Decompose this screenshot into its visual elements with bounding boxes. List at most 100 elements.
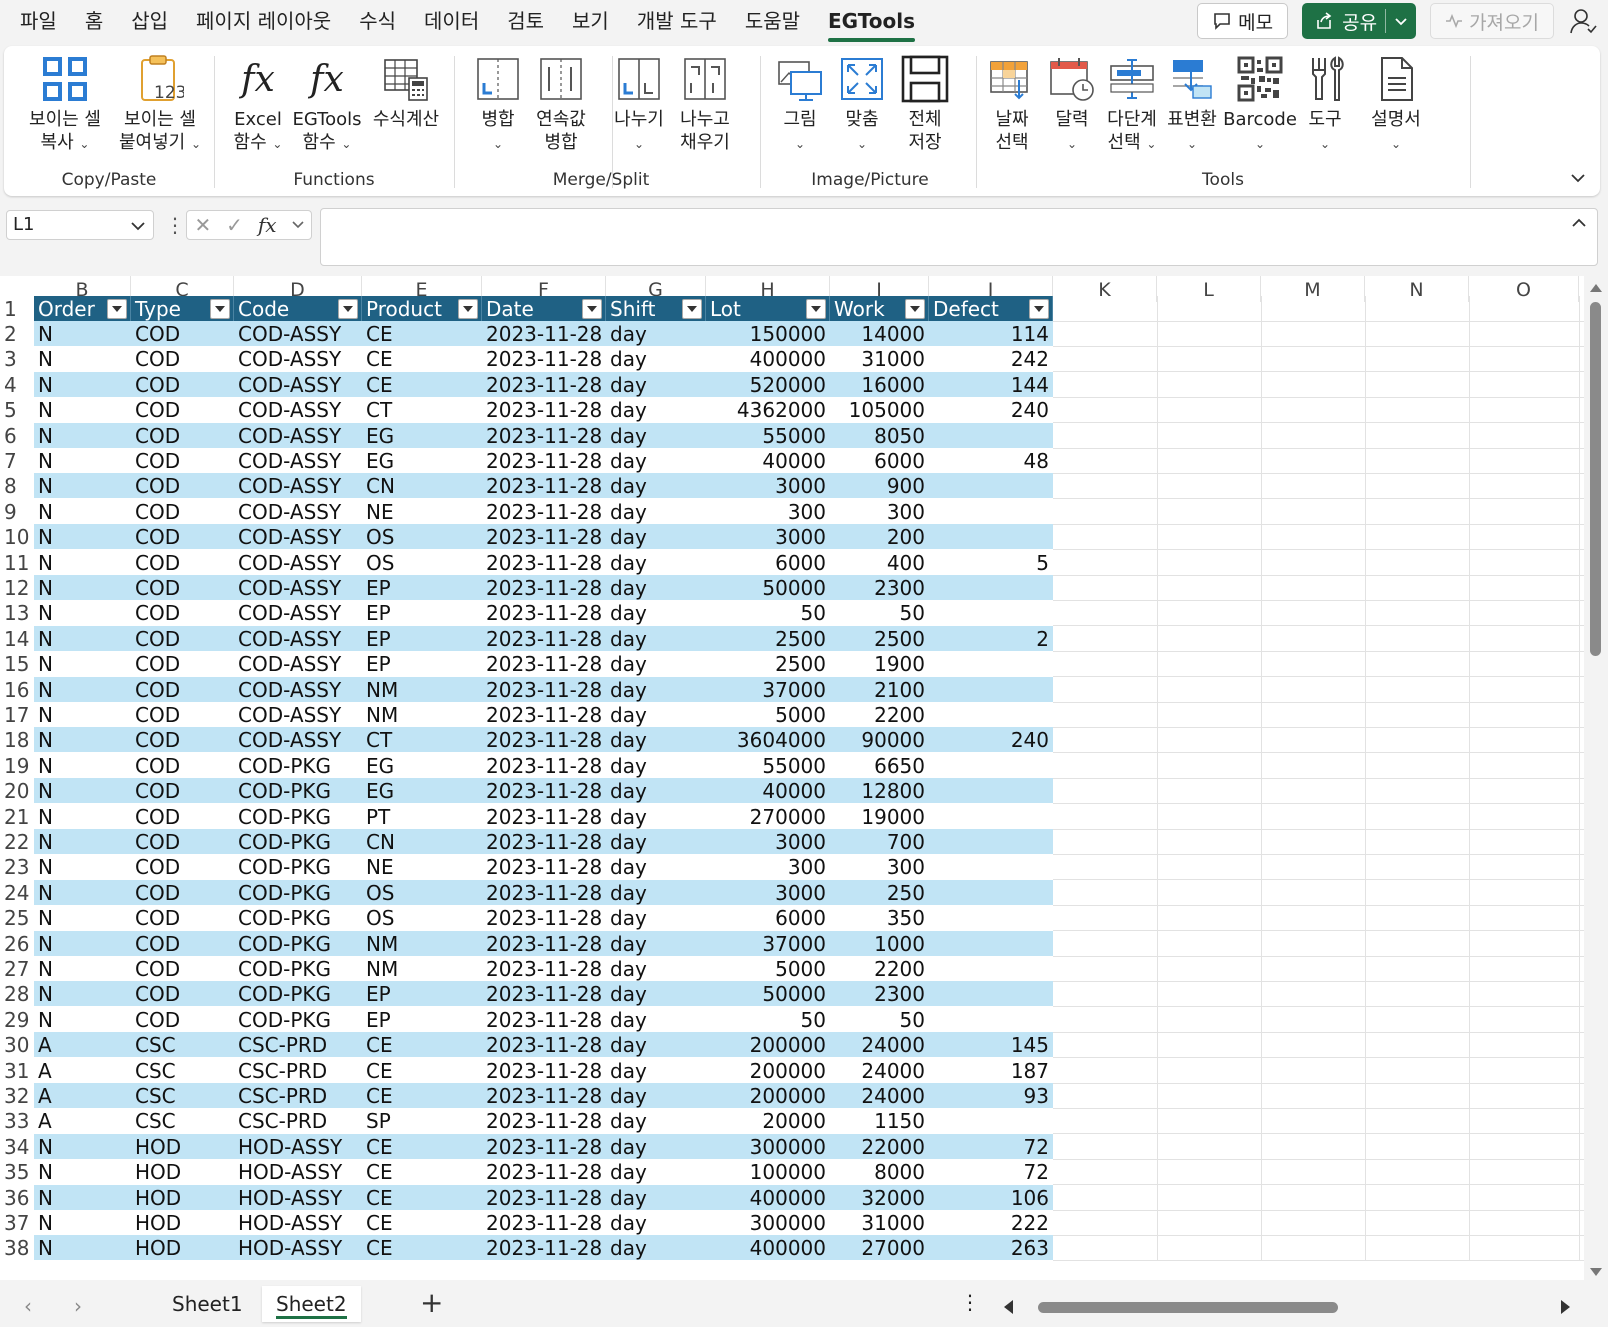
cell-date[interactable]: 2023-11-28 — [482, 753, 606, 779]
cell-code[interactable]: HOD-ASSY — [234, 1235, 362, 1261]
picture-button[interactable]: 그림 ⌄ — [772, 50, 828, 156]
cell-type[interactable]: COD — [131, 346, 234, 372]
empty-cells[interactable] — [1053, 676, 1584, 703]
cell-type[interactable]: COD — [131, 651, 234, 677]
cell-order[interactable]: N — [34, 550, 131, 576]
cell-work[interactable]: 300 — [830, 499, 929, 525]
cell-shift[interactable]: day — [606, 550, 706, 576]
cell-type[interactable]: CSC — [131, 1058, 234, 1084]
cell-order[interactable]: N — [34, 397, 131, 423]
cell-product[interactable]: EP — [362, 651, 482, 677]
cell-shift[interactable]: day — [606, 575, 706, 601]
cell-shift[interactable]: day — [606, 1210, 706, 1236]
row-number[interactable]: 13 — [0, 600, 34, 627]
cell-lot[interactable]: 400000 — [706, 1235, 830, 1261]
row-number[interactable]: 2 — [0, 321, 34, 347]
cell-code[interactable]: COD-ASSY — [234, 321, 362, 347]
row-number[interactable]: 10 — [0, 524, 34, 551]
cell-defect[interactable] — [929, 1007, 1053, 1033]
cell-order[interactable]: A — [34, 1108, 131, 1134]
empty-cells[interactable] — [1053, 752, 1584, 779]
cell-type[interactable]: CSC — [131, 1083, 234, 1109]
row-number[interactable]: 14 — [0, 625, 34, 652]
cell-defect[interactable] — [929, 575, 1053, 601]
cell-date[interactable]: 2023-11-28 — [482, 931, 606, 957]
cell-order[interactable]: N — [34, 626, 131, 652]
cell-type[interactable]: COD — [131, 880, 234, 906]
row-number[interactable]: 32 — [0, 1083, 34, 1109]
menu-tab-8[interactable]: 개발 도구 — [623, 0, 731, 44]
name-box[interactable]: L1 — [6, 210, 154, 240]
empty-cells[interactable] — [1053, 1083, 1584, 1109]
formula-input[interactable] — [320, 208, 1598, 266]
cell-order[interactable]: N — [34, 931, 131, 957]
table-header-cell[interactable]: Defect — [929, 296, 1053, 322]
cell-shift[interactable]: day — [606, 423, 706, 449]
cell-lot[interactable]: 55000 — [706, 753, 830, 779]
cell-lot[interactable]: 520000 — [706, 372, 830, 398]
cell-defect[interactable] — [929, 677, 1053, 703]
cell-shift[interactable]: day — [606, 524, 706, 550]
cell-date[interactable]: 2023-11-28 — [482, 651, 606, 677]
cell-code[interactable]: COD-ASSY — [234, 550, 362, 576]
cell-type[interactable]: COD — [131, 600, 234, 626]
cell-date[interactable]: 2023-11-28 — [482, 372, 606, 398]
row-number[interactable]: 6 — [0, 422, 34, 449]
table-header-cell[interactable]: Date — [482, 296, 606, 322]
cell-product[interactable]: CT — [362, 397, 482, 423]
cell-product[interactable]: EP — [362, 575, 482, 601]
cell-shift[interactable]: day — [606, 499, 706, 525]
cell-lot[interactable]: 200000 — [706, 1058, 830, 1084]
cell-code[interactable]: CSC-PRD — [234, 1108, 362, 1134]
cell-work[interactable]: 6650 — [830, 753, 929, 779]
save-all-button[interactable]: 전체 저장 — [898, 50, 952, 154]
cell-lot[interactable]: 6000 — [706, 550, 830, 576]
cell-code[interactable]: COD-ASSY — [234, 524, 362, 550]
cell-defect[interactable]: 5 — [929, 550, 1053, 576]
barcode-button[interactable]: Barcode ⌄ — [1222, 50, 1298, 156]
egtools-functions-button[interactable]: fx EGTools 함수 ⌄ — [292, 50, 362, 156]
cell-shift[interactable]: day — [606, 1134, 706, 1160]
cell-type[interactable]: COD — [131, 905, 234, 931]
cancel-icon[interactable]: ✕ — [194, 213, 211, 237]
cell-work[interactable]: 32000 — [830, 1185, 929, 1211]
cell-defect[interactable] — [929, 804, 1053, 830]
cell-code[interactable]: COD-PKG — [234, 778, 362, 804]
cell-order[interactable]: N — [34, 1210, 131, 1236]
cell-work[interactable]: 6000 — [830, 448, 929, 474]
empty-cells[interactable] — [1053, 1235, 1584, 1262]
cell-work[interactable]: 1000 — [830, 931, 929, 957]
menu-tab-7[interactable]: 보기 — [558, 0, 623, 44]
cell-code[interactable]: COD-PKG — [234, 829, 362, 855]
table-header-cell[interactable]: Lot — [706, 296, 830, 322]
empty-cells[interactable] — [1053, 905, 1584, 932]
cell-order[interactable]: N — [34, 473, 131, 499]
cell-shift[interactable]: day — [606, 1007, 706, 1033]
cell-order[interactable]: N — [34, 321, 131, 347]
cell-date[interactable]: 2023-11-28 — [482, 905, 606, 931]
cell-product[interactable]: CE — [362, 1083, 482, 1109]
empty-cells[interactable] — [1053, 854, 1584, 881]
horizontal-scroll-thumb[interactable] — [1038, 1302, 1338, 1313]
cell-code[interactable]: HOD-ASSY — [234, 1210, 362, 1236]
cell-order[interactable]: N — [34, 346, 131, 372]
cell-product[interactable]: EG — [362, 778, 482, 804]
cell-work[interactable]: 2200 — [830, 956, 929, 982]
row-number[interactable]: 27 — [0, 956, 34, 982]
cell-product[interactable]: OS — [362, 905, 482, 931]
cell-code[interactable]: COD-PKG — [234, 931, 362, 957]
cell-date[interactable]: 2023-11-28 — [482, 321, 606, 347]
cell-product[interactable]: EG — [362, 423, 482, 449]
cell-code[interactable]: COD-ASSY — [234, 702, 362, 728]
cell-defect[interactable] — [929, 499, 1053, 525]
row-number[interactable]: 23 — [0, 854, 34, 881]
chevron-down-icon[interactable] — [131, 220, 145, 232]
cell-date[interactable]: 2023-11-28 — [482, 727, 606, 753]
cell-lot[interactable]: 3000 — [706, 829, 830, 855]
cell-order[interactable]: N — [34, 448, 131, 474]
empty-cells[interactable] — [1053, 1133, 1584, 1160]
paste-visible-cells-button[interactable]: 123 보이는 셀 붙여넣기 ⌄ — [112, 50, 208, 156]
cell-product[interactable]: EP — [362, 1007, 482, 1033]
cell-product[interactable]: SP — [362, 1108, 482, 1134]
cell-defect[interactable] — [929, 956, 1053, 982]
